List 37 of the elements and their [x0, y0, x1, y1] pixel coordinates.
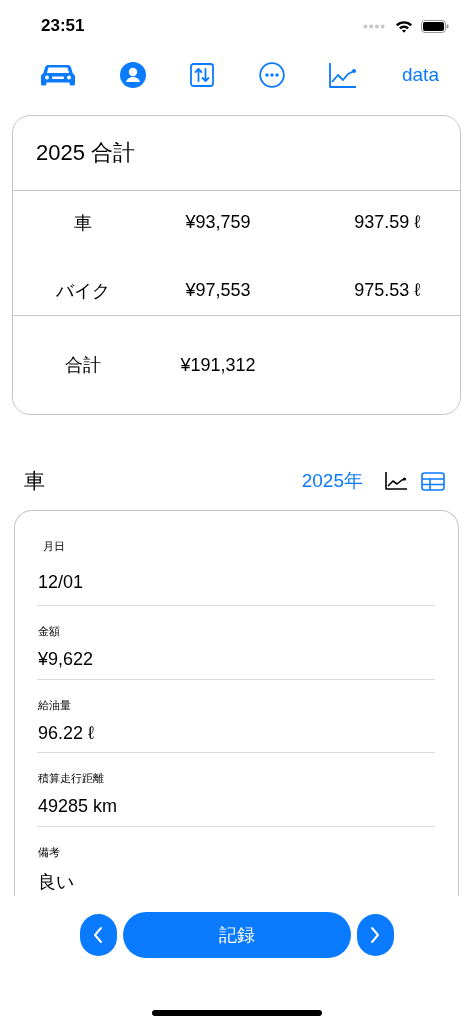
table-icon[interactable]	[421, 471, 445, 491]
field-value: 12/01	[37, 572, 85, 593]
chevron-right-icon	[369, 926, 381, 944]
year-picker[interactable]: 2025年	[301, 468, 363, 494]
status-time: 23:51	[41, 16, 85, 36]
chevron-left-icon	[92, 926, 104, 944]
volume-text: 975.53 ℓ	[353, 280, 421, 301]
car-icon[interactable]	[41, 62, 75, 88]
signal-icon	[363, 23, 385, 29]
field-label: 月日	[42, 539, 66, 554]
section-title: 車	[24, 468, 46, 494]
amount-text: ¥97,553	[184, 280, 252, 301]
total-amount: ¥191,312	[179, 354, 257, 376]
field-value: ¥9,622	[37, 649, 95, 670]
volume-text: 937.59 ℓ	[353, 212, 421, 233]
summary-title: 2025 合計	[13, 116, 460, 191]
field-value: 良い	[37, 870, 75, 894]
field-label: 給油量	[37, 697, 72, 713]
field-value: 96.22 ℓ	[37, 722, 95, 744]
battery-icon	[421, 19, 449, 33]
vehicle-name: バイク	[55, 279, 111, 303]
vehicle-name: 車	[73, 211, 93, 235]
wifi-icon	[395, 19, 413, 33]
record-button[interactable]: 記録	[122, 912, 351, 958]
data-button[interactable]: data	[401, 64, 439, 86]
total-label: 合計	[64, 354, 102, 377]
field-label: 金額	[37, 624, 61, 639]
amount-text: ¥93,759	[184, 212, 252, 233]
swap-icon[interactable]	[190, 63, 215, 87]
field-label: 積算走行距離	[37, 771, 105, 786]
line-chart-icon[interactable]	[385, 472, 407, 490]
next-button[interactable]	[356, 914, 394, 956]
more-icon[interactable]	[258, 62, 285, 88]
person-icon[interactable]	[119, 62, 146, 88]
field-value: 49285 km	[37, 796, 119, 817]
previous-button[interactable]	[79, 914, 117, 956]
field-label: 備考	[37, 844, 61, 860]
